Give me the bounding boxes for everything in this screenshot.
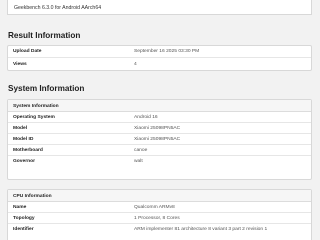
table-row-cpu-name: Name Qualcomm ARMv8 (8, 202, 311, 213)
table-row-topology: Topology 1 Processor, 8 Cores (8, 213, 311, 224)
model-value: Xiaomi 25098PN5AC (134, 125, 181, 131)
benchmark-version-header: Geekbench 6.3.0 for Android AArch64 (7, 0, 312, 15)
table-row-motherboard: Motherboard canoe (8, 145, 311, 156)
motherboard-value: canoe (134, 147, 148, 153)
cpu-information-card: CPU Information Name Qualcomm ARMv8 Topo… (7, 189, 312, 240)
model-id-value: Xiaomi 25098PN5AC (134, 136, 181, 142)
table-row-model: Model Xiaomi 25098PN5AC (8, 123, 311, 134)
table-row-governor: Governor walt (8, 156, 311, 167)
governor-label: Governor (13, 159, 36, 164)
cpu-name-value: Qualcomm ARMv8 (134, 204, 175, 210)
table-row-model-id: Model ID Xiaomi 25098PN5AC (8, 134, 311, 145)
model-label: Model (13, 125, 28, 131)
table-row-upload-date: Upload Date September 16 2025 03:30 PM (8, 46, 311, 58)
views-value: 4 (134, 61, 137, 67)
system-information-card: System Information Operating System Andr… (7, 99, 312, 180)
cpu-information-card-title: CPU Information (8, 190, 311, 202)
operating-system-label: Operating System (13, 114, 55, 120)
upload-date-label: Upload Date (13, 49, 42, 54)
table-row-identifier: Identifier ARM implementer 81 architectu… (8, 224, 311, 235)
benchmark-version-text: Geekbench 6.3.0 for Android AArch64 (14, 5, 102, 11)
topology-value: 1 Processor, 8 Cores (134, 215, 180, 221)
table-row-views: Views 4 (8, 58, 311, 70)
model-id-label: Model ID (13, 136, 34, 142)
identifier-value: ARM implementer 81 architecture 8 varian… (134, 227, 268, 232)
system-information-heading: System Information (8, 84, 85, 93)
system-information-card-title: System Information (8, 100, 311, 112)
result-information-heading: Result Information (8, 31, 81, 40)
cpu-name-label: Name (13, 204, 27, 210)
table-row-operating-system: Operating System Android 16 (8, 112, 311, 123)
motherboard-label: Motherboard (13, 147, 43, 153)
governor-value: walt (134, 159, 143, 164)
result-information-card: Upload Date September 16 2025 03:30 PM V… (7, 45, 312, 71)
identifier-label: Identifier (13, 227, 34, 232)
views-label: Views (13, 61, 27, 67)
upload-date-value: September 16 2025 03:30 PM (134, 49, 200, 54)
topology-label: Topology (13, 215, 35, 221)
operating-system-value: Android 16 (134, 114, 158, 120)
